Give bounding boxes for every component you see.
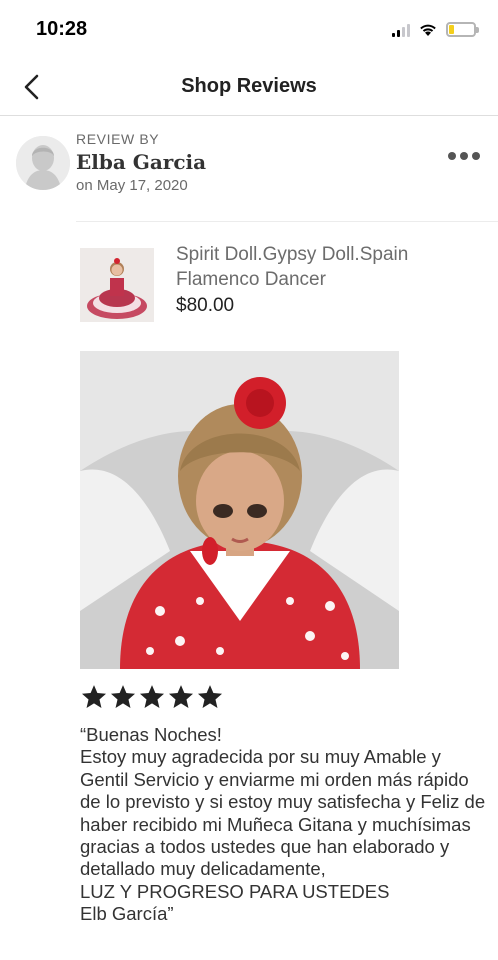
review-photo[interactable] xyxy=(80,351,399,669)
review-date: on May 17, 2020 xyxy=(76,177,188,194)
page-title: Shop Reviews xyxy=(181,75,317,97)
star-rating xyxy=(80,683,224,711)
doll-thumbnail-image xyxy=(80,248,154,322)
avatar[interactable] xyxy=(16,136,70,190)
doll-photo-image xyxy=(80,351,399,669)
more-options-button[interactable] xyxy=(448,152,480,160)
cellular-signal-icon xyxy=(392,23,410,37)
review-header: REVIEW BY Elba Garcia on May 17, 2020 xyxy=(0,128,498,208)
listing-thumbnail[interactable] xyxy=(80,248,154,322)
listing-card[interactable]: Spirit Doll.Gypsy Doll.Spain Flamenco Da… xyxy=(0,236,498,332)
more-horizontal-icon xyxy=(448,152,456,160)
review-by-label: REVIEW BY xyxy=(76,131,160,147)
review-text: “Buenas Noches! Estoy muy agradecida por… xyxy=(80,724,486,925)
divider xyxy=(76,221,498,222)
battery-icon xyxy=(446,22,479,37)
star-icon xyxy=(139,685,165,708)
nav-bar: Shop Reviews xyxy=(0,58,498,116)
star-icon xyxy=(168,685,194,708)
star-icon xyxy=(81,685,107,708)
listing-title[interactable]: Spirit Doll.Gypsy Doll.Spain Flamenco Da… xyxy=(176,242,476,292)
status-time: 10:28 xyxy=(36,18,88,40)
reviewer-name[interactable]: Elba Garcia xyxy=(76,150,206,174)
wifi-icon xyxy=(420,24,436,36)
default-user-icon xyxy=(16,136,70,190)
status-icons xyxy=(392,22,479,37)
star-icon xyxy=(197,685,223,708)
listing-price: $80.00 xyxy=(176,295,235,316)
status-bar: 10:28 xyxy=(0,0,498,58)
star-icon xyxy=(110,685,136,708)
